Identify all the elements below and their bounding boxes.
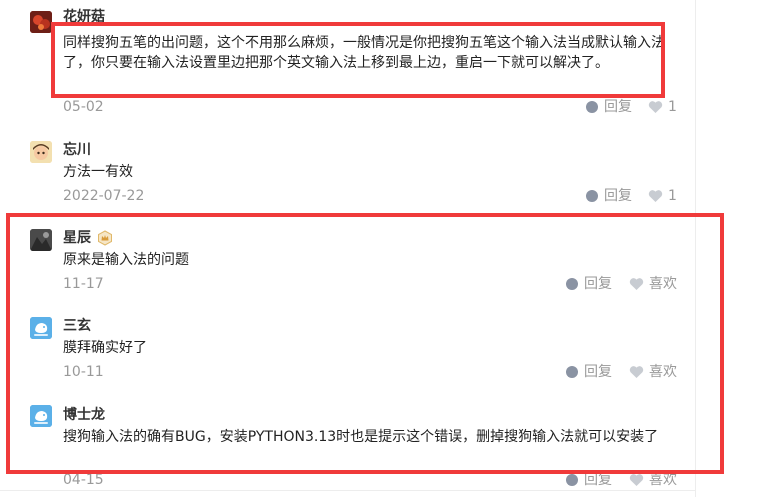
username[interactable]: 三玄 — [63, 316, 91, 336]
username[interactable]: 星辰 — [63, 228, 91, 248]
heart-icon — [648, 190, 663, 202]
reply-label: 回复 — [604, 99, 632, 115]
reply-label: 回复 — [604, 188, 632, 204]
comment-item: 博士龙 搜狗输入法的确有BUG，安装PYTHON3.13时也是提示这个错误，删掉… — [0, 400, 695, 497]
like-count: 1 — [668, 99, 677, 115]
heart-icon — [648, 101, 663, 113]
like-label: 喜欢 — [649, 472, 677, 488]
username[interactable]: 博士龙 — [63, 405, 105, 425]
right-divider — [695, 0, 696, 497]
comment-date: 04-15 — [63, 472, 104, 488]
like-button[interactable]: 喜欢 — [629, 362, 677, 382]
comment-item: 花妍菇 同样搜狗五笔的出问题，这个不用那么麻烦，一般情况是你把搜狗五笔这个输入法… — [0, 0, 695, 130]
reply-button[interactable]: 回复 — [565, 274, 612, 294]
comment-list: 花妍菇 同样搜狗五笔的出问题，这个不用那么麻烦，一般情况是你把搜狗五笔这个输入法… — [0, 0, 765, 497]
comment-text: 原来是输入法的问题 — [63, 252, 189, 268]
username[interactable]: 花妍菇 — [63, 7, 105, 27]
reply-button[interactable]: 回复 — [565, 362, 612, 382]
comment-bubble-icon — [586, 190, 598, 202]
comment-text: 膜拜确实好了 — [63, 340, 147, 356]
comment-bubble-icon — [586, 101, 598, 113]
reply-button[interactable]: 回复 — [565, 470, 612, 490]
like-count: 1 — [668, 188, 677, 204]
comment-date: 11-17 — [63, 276, 104, 292]
like-button[interactable]: 喜欢 — [629, 274, 677, 294]
comment-bubble-icon — [566, 366, 578, 378]
like-label: 喜欢 — [649, 364, 677, 380]
reply-label: 回复 — [584, 276, 612, 292]
avatar-icon[interactable] — [30, 141, 52, 163]
comment-bubble-icon — [566, 278, 578, 290]
default-avatar-icon[interactable] — [30, 317, 52, 339]
reply-button[interactable]: 回复 — [585, 97, 632, 117]
comment-date: 2022-07-22 — [63, 188, 145, 204]
reply-label: 回复 — [584, 472, 612, 488]
comment-item: 星辰 原来是输入法的问题 11-17 回复 喜欢 — [0, 220, 695, 310]
heart-icon — [629, 474, 644, 486]
comment-date: 05-02 — [63, 99, 104, 115]
heart-icon — [629, 366, 644, 378]
comment-bubble-icon — [566, 474, 578, 486]
avatar-icon[interactable] — [30, 229, 52, 251]
comment-item: 三玄 膜拜确实好了 10-11 回复 喜欢 — [0, 310, 695, 400]
like-button[interactable]: 喜欢 — [629, 470, 677, 490]
default-avatar-icon[interactable] — [30, 405, 52, 427]
username[interactable]: 忘川 — [63, 140, 91, 160]
comment-item: 忘川 方法一有效 2022-07-22 回复 1 — [0, 130, 695, 210]
crown-badge-icon — [97, 230, 113, 246]
heart-icon — [629, 278, 644, 290]
comment-text: 同样搜狗五笔的出问题，这个不用那么麻烦，一般情况是你把搜狗五笔这个输入法当成默认… — [63, 35, 665, 71]
avatar-icon[interactable] — [30, 11, 52, 33]
comment-text: 方法一有效 — [63, 164, 133, 180]
like-button[interactable]: 1 — [648, 186, 677, 206]
comment-date: 10-11 — [63, 364, 104, 380]
like-label: 喜欢 — [649, 276, 677, 292]
like-button[interactable]: 1 — [648, 97, 677, 117]
reply-label: 回复 — [584, 364, 612, 380]
reply-button[interactable]: 回复 — [585, 186, 632, 206]
bottom-divider — [0, 490, 695, 491]
comment-text: 搜狗输入法的确有BUG，安装PYTHON3.13时也是提示这个错误，删掉搜狗输入… — [63, 429, 659, 445]
